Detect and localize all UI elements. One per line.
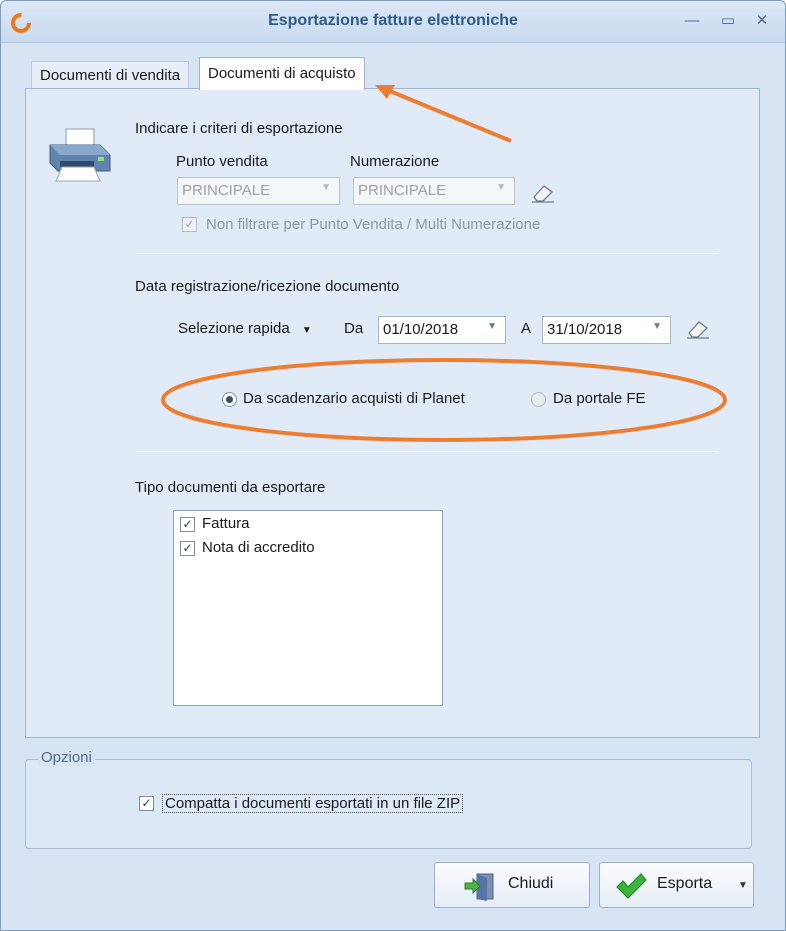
checkmark-icon <box>616 873 647 899</box>
options-title: Opzioni <box>38 749 95 766</box>
chevron-down-icon: ▼ <box>652 321 662 332</box>
punto-vendita-label: Punto vendita <box>176 153 268 170</box>
title-bar: Esportazione fatture elettroniche — ▭ ✕ <box>1 1 785 43</box>
from-date-picker[interactable]: 01/10/2018 ▼ <box>378 316 506 344</box>
exit-door-icon <box>464 873 494 901</box>
window-title: Esportazione fatture elettroniche <box>268 12 518 29</box>
quick-select-dropdown[interactable]: Selezione rapida ▼ <box>178 320 312 337</box>
zip-label: Compatta i documenti esportati in un fil… <box>162 794 464 813</box>
eraser-icon[interactable] <box>685 319 711 339</box>
criteria-heading: Indicare i criteri di esportazione <box>135 120 343 137</box>
to-date-value: 31/10/2018 <box>547 321 623 338</box>
dialog-window: Esportazione fatture elettroniche — ▭ ✕ … <box>0 0 786 931</box>
maximize-button[interactable]: ▭ <box>717 10 739 32</box>
tab-documenti-vendita[interactable]: Documenti di vendita <box>31 61 190 89</box>
radio-dot <box>226 396 233 403</box>
from-label: Da <box>344 320 364 337</box>
chevron-down-icon: ▼ <box>487 321 497 332</box>
printer-icon <box>49 128 111 182</box>
numerazione-select[interactable]: PRINCIPALE ▼ <box>353 177 515 205</box>
numerazione-label: Numerazione <box>350 153 440 170</box>
no-filter-checkbox[interactable]: ✓ <box>182 217 197 232</box>
nota-accredito-checkbox[interactable]: ✓ <box>180 541 195 556</box>
to-date-picker[interactable]: 31/10/2018 ▼ <box>542 316 671 344</box>
fattura-checkbox[interactable]: ✓ <box>180 517 195 532</box>
tab-panel-acquisto: Indicare i criteri di esportazione Punto… <box>25 88 760 738</box>
chevron-down-icon: ▼ <box>321 182 331 193</box>
fattura-label: Fattura <box>202 515 250 532</box>
source-radio-portale[interactable] <box>531 392 546 407</box>
close-button[interactable]: Chiudi <box>434 862 590 908</box>
chevron-down-icon: ▼ <box>496 182 506 193</box>
options-group: Opzioni ✓ Compatta i documenti esportati… <box>25 749 752 849</box>
export-button-label: Esporta <box>657 875 713 892</box>
divider <box>136 451 718 452</box>
source-radio-planet[interactable] <box>222 392 237 407</box>
from-date-value: 01/10/2018 <box>383 321 459 338</box>
tab-documenti-acquisto[interactable]: Documenti di acquisto <box>199 57 365 90</box>
punto-vendita-select[interactable]: PRINCIPALE ▼ <box>177 177 340 205</box>
to-label: A <box>521 320 532 337</box>
close-button-label: Chiudi <box>508 875 554 892</box>
export-button[interactable]: Esporta ▼ <box>599 862 754 908</box>
minimize-button[interactable]: — <box>681 10 703 32</box>
eraser-icon[interactable] <box>530 183 556 203</box>
date-heading: Data registrazione/ricezione documento <box>135 278 400 295</box>
divider <box>136 253 718 254</box>
quick-select-label: Selezione rapida <box>178 320 290 337</box>
source-label-portale: Da portale FE <box>553 390 646 407</box>
nota-accredito-label: Nota di accredito <box>202 539 315 556</box>
doc-types-list[interactable]: ✓ Fattura ✓ Nota di accredito <box>173 510 443 706</box>
zip-checkbox[interactable]: ✓ <box>139 796 154 811</box>
no-filter-label: Non filtrare per Punto Vendita / Multi N… <box>206 216 541 233</box>
chevron-down-icon: ▼ <box>301 325 312 336</box>
doc-types-heading: Tipo documenti da esportare <box>135 479 326 496</box>
chevron-down-icon[interactable]: ▼ <box>738 880 748 891</box>
close-window-button[interactable]: ✕ <box>751 10 773 32</box>
numerazione-value: PRINCIPALE <box>358 182 447 199</box>
source-label-planet: Da scadenzario acquisti di Planet <box>243 390 465 407</box>
punto-vendita-value: PRINCIPALE <box>182 182 271 199</box>
